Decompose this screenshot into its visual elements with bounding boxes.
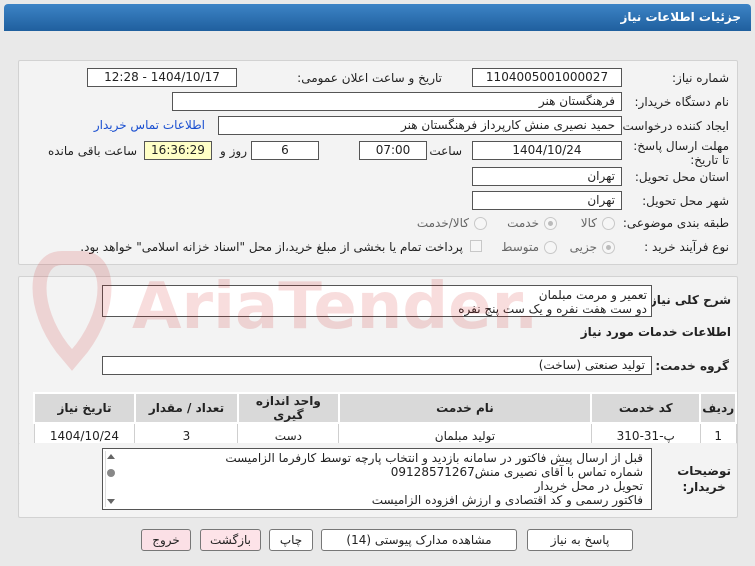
service-group-label: گروه خدمت: (655, 359, 729, 373)
buyer-org-label: نام دستگاه خریدار: (634, 95, 730, 109)
col-unit: واحد اندازه گیری (236, 392, 340, 424)
buyer-note-line-2: شماره تماس با آقای نصیری منش09128571267 (390, 465, 643, 479)
process-radio-minor[interactable] (602, 241, 615, 254)
treasury-payment-checkbox[interactable] (470, 240, 482, 252)
deadline-time-field: 07:00 (359, 141, 427, 160)
creator-label: ایجاد کننده درخواست: (618, 119, 729, 133)
category-option-service: خدمت (507, 216, 539, 230)
buyer-notes-scrollbar[interactable] (105, 451, 117, 507)
info-panel: شماره نیاز: 1104005001000027 تاریخ و ساع… (18, 60, 738, 265)
buyer-note-line-4: فاکتور رسمی و کد اقتصادی و ارزش افزوده ا… (371, 493, 643, 507)
days-remaining-field: 6 (251, 141, 319, 160)
col-qty: تعداد / مقدار (133, 392, 239, 424)
days-label: روز و (220, 144, 247, 158)
buyer-notes-field[interactable]: قبل از ارسال پیش فاکتور در سامانه بازدید… (102, 448, 652, 510)
back-button[interactable]: بازگشت (200, 529, 261, 551)
col-row: ردیف (699, 392, 737, 424)
remaining-time-field: 16:36:29 (144, 141, 212, 160)
description-line-2: دو ست هفت نفره و یک ست پنج نفره (458, 302, 647, 316)
col-service-name: نام خدمت (337, 392, 593, 424)
announce-field: 1404/10/17 - 12:28 (87, 68, 237, 87)
treasury-payment-note: پرداخت تمام یا بخشی از مبلغ خرید،از محل … (80, 240, 463, 254)
category-option-goods: کالا (580, 216, 597, 230)
services-table-header: ردیف کد خدمت نام خدمت واحد اندازه گیری ت… (33, 392, 737, 424)
description-line-1: تعمیر و مرمت مبلمان (538, 288, 647, 302)
process-option-minor: جزیی (569, 240, 597, 254)
buyer-notes-label-line-2: خریدار: (682, 480, 726, 494)
buyer-notes-label-line-1: توضیحات (677, 464, 731, 478)
category-radio-goods[interactable] (602, 217, 615, 230)
deadline-time-label: ساعت (429, 144, 462, 158)
buyer-notes-panel: توضیحات خریدار: قبل از ارسال پیش فاکتور … (18, 443, 738, 518)
buyer-note-line-3: تحویل در محل خریدار (534, 479, 643, 493)
description-label: شرح کلی نیاز: (645, 293, 731, 307)
need-details-panel: شرح کلی نیاز: تعمیر و مرمت مبلمان دو ست … (18, 276, 738, 450)
buyer-note-line-1: قبل از ارسال پیش فاکتور در سامانه بازدید… (225, 451, 643, 465)
remaining-time-label: ساعت باقی مانده (47, 144, 137, 158)
city-label: شهر محل تحویل: (642, 194, 729, 208)
need-number-field: 1104005001000027 (472, 68, 622, 87)
category-option-goods-service: کالا/خدمت (416, 216, 469, 230)
view-attachments-button[interactable]: مشاهده مدارک پیوستی (14) (321, 529, 517, 551)
deadline-date-field: 1404/10/24 (472, 141, 622, 160)
category-radio-service[interactable] (544, 217, 557, 230)
col-service-code: کد خدمت (590, 392, 702, 424)
services-section-title: اطلاعات خدمات مورد نیاز (580, 325, 731, 339)
province-label: استان محل تحویل: (634, 170, 729, 184)
city-field: تهران (472, 191, 622, 210)
creator-field: حمید نصیری منش کارپرداز فرهنگستان هنر (218, 116, 622, 135)
reply-button[interactable]: پاسخ به نیاز (527, 529, 633, 551)
need-number-label: شماره نیاز: (672, 71, 729, 85)
contact-info-link[interactable]: اطلاعات تماس خریدار (94, 118, 205, 132)
col-need-date: تاریخ نیاز (33, 392, 136, 424)
buyer-org-field: فرهنگستان هنر (172, 92, 622, 111)
buyer-notes-label: توضیحات خریدار: (677, 463, 731, 495)
province-field: تهران (472, 167, 622, 186)
process-option-medium: متوسط (501, 240, 539, 254)
category-radio-goods-service[interactable] (474, 217, 487, 230)
print-button[interactable]: چاپ (269, 529, 313, 551)
exit-button[interactable]: خروج (141, 529, 191, 551)
description-field: تعمیر و مرمت مبلمان دو ست هفت نفره و یک … (102, 285, 652, 317)
deadline-label: مهلت ارسال پاسخ: تا تاریخ: (633, 139, 729, 167)
services-table: ردیف کد خدمت نام خدمت واحد اندازه گیری ت… (33, 392, 737, 450)
category-label: طبقه بندی موضوعی: (622, 216, 729, 230)
announce-label: تاریخ و ساعت اعلان عمومی: (297, 71, 442, 85)
process-radio-medium[interactable] (544, 241, 557, 254)
service-group-field: تولید صنعتی (ساخت) (102, 356, 652, 375)
process-type-label: نوع فرآیند خرید : (644, 240, 729, 254)
window-title: جزئیات اطلاعات نیاز (4, 4, 751, 31)
